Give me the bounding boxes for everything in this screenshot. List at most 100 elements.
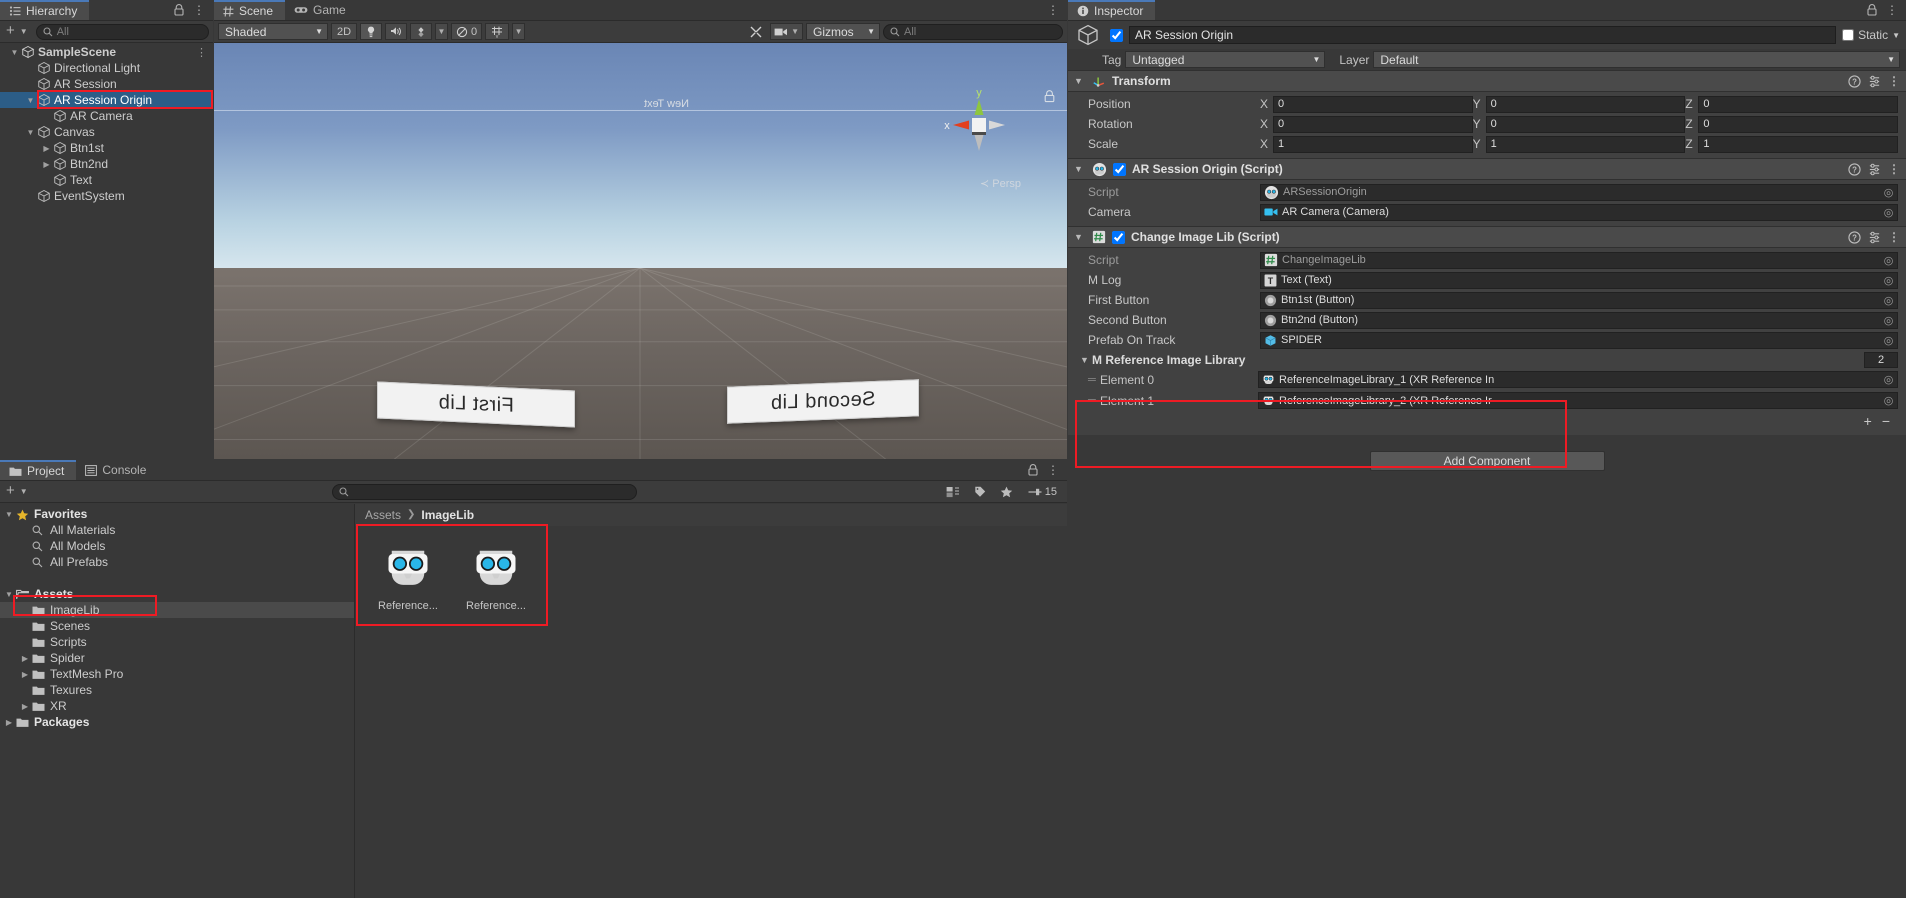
array-size-field[interactable]: 2: [1864, 351, 1898, 368]
project-create-dropdown-icon[interactable]: ▼: [20, 487, 28, 496]
object-picker-icon[interactable]: ◎: [1882, 186, 1895, 199]
x-field[interactable]: 1: [1273, 135, 1473, 153]
foldout-arrow-icon[interactable]: ▼: [8, 48, 21, 57]
lock-icon[interactable]: [1028, 464, 1038, 476]
component-header[interactable]: ▼ Change Image Lib (Script)? ⋮: [1068, 226, 1906, 248]
object-reference-field[interactable]: ReferenceImageLibrary_1 (XR Reference In…: [1258, 371, 1898, 388]
toggle-2d-button[interactable]: 2D: [331, 23, 357, 40]
y-field[interactable]: 0: [1485, 115, 1686, 133]
scene-projection-label[interactable]: ≺ Persp: [980, 177, 1021, 190]
favorite-star-icon[interactable]: [995, 486, 1018, 498]
foldout-arrow-icon[interactable]: ▶: [40, 144, 53, 153]
y-field[interactable]: 0: [1485, 95, 1686, 113]
project-tree-item-scripts[interactable]: Scripts: [0, 634, 354, 650]
help-icon[interactable]: ?: [1848, 74, 1861, 88]
project-tree-item-all-prefabs[interactable]: All Prefabs: [0, 554, 354, 570]
hierarchy-item-btn2nd[interactable]: ▶ Btn2nd: [0, 156, 213, 172]
component-enabled-checkbox[interactable]: [1113, 162, 1126, 176]
hierarchy-item-ar-session-origin[interactable]: ▼ AR Session Origin: [0, 92, 213, 108]
drag-handle-icon[interactable]: ═: [1088, 395, 1100, 407]
foldout-arrow-icon[interactable]: ▼: [1074, 164, 1086, 174]
object-picker-icon[interactable]: ◎: [1882, 394, 1895, 407]
vector3-input[interactable]: X0Y0Z0: [1260, 115, 1899, 133]
object-picker-icon[interactable]: ◎: [1882, 274, 1895, 287]
hierarchy-search-input[interactable]: All: [35, 23, 209, 40]
foldout-arrow-icon[interactable]: ▼: [2, 510, 16, 519]
z-field[interactable]: 0: [1698, 95, 1899, 113]
object-reference-field[interactable]: T Text (Text) ◎: [1260, 271, 1898, 289]
audio-count-button[interactable]: 0: [451, 23, 483, 40]
object-picker-icon[interactable]: ◎: [1882, 254, 1895, 267]
foldout-arrow-icon[interactable]: ▼: [24, 128, 37, 137]
object-reference-field[interactable]: ReferenceImageLibrary_2 (XR Reference Ir…: [1258, 392, 1898, 409]
foldout-arrow-icon[interactable]: ▼: [1080, 355, 1092, 365]
static-checkbox[interactable]: [1842, 29, 1855, 41]
gizmos-dropdown[interactable]: Gizmos ▼: [806, 23, 880, 40]
help-icon[interactable]: ?: [1848, 230, 1861, 244]
hierarchy-item-btn1st[interactable]: ▶ Btn1st: [0, 140, 213, 156]
static-toggle[interactable]: Static ▼: [1842, 28, 1900, 42]
tag-dropdown[interactable]: Untagged ▼: [1125, 51, 1326, 68]
object-reference-field[interactable]: Btn1st (Button) ◎: [1260, 291, 1898, 309]
object-picker-icon[interactable]: ◎: [1882, 373, 1895, 386]
object-reference-field[interactable]: ChangeImageLib ◎: [1260, 251, 1898, 269]
foldout-arrow-icon[interactable]: ▶: [2, 718, 16, 727]
foldout-arrow-icon[interactable]: ▼: [1074, 232, 1086, 242]
component-enabled-checkbox[interactable]: [1112, 230, 1125, 244]
object-enabled-checkbox[interactable]: [1110, 28, 1123, 42]
add-component-button[interactable]: Add Component: [1369, 451, 1605, 471]
tab-console[interactable]: Console: [76, 460, 159, 480]
fx-toggle-button[interactable]: [410, 23, 432, 40]
hierarchy-item-eventsystem[interactable]: EventSystem: [0, 188, 213, 204]
object-picker-icon[interactable]: ◎: [1882, 294, 1895, 307]
preset-icon[interactable]: [1868, 163, 1881, 176]
foldout-arrow-icon[interactable]: ▶: [40, 160, 53, 169]
project-tree-item-favorites[interactable]: ▼ Favorites: [0, 506, 354, 522]
preset-icon[interactable]: [1868, 231, 1881, 244]
hierarchy-item-directional-light[interactable]: Directional Light: [0, 60, 213, 76]
foldout-arrow-icon[interactable]: ▼: [1074, 76, 1086, 86]
grid-dropdown-icon[interactable]: ▼: [512, 23, 526, 40]
object-name-field[interactable]: AR Session Origin: [1129, 26, 1837, 44]
filter-by-label-icon[interactable]: [969, 486, 991, 498]
create-button[interactable]: +: [4, 22, 16, 41]
tab-inspector[interactable]: Inspector: [1068, 0, 1156, 20]
project-tree-item-spider[interactable]: ▶ Spider: [0, 650, 354, 666]
project-tree-item-assets[interactable]: ▼ Assets: [0, 586, 354, 602]
array-remove-button[interactable]: −: [1882, 413, 1890, 429]
object-picker-icon[interactable]: ◎: [1882, 206, 1895, 219]
camera-settings-button[interactable]: ▼: [770, 23, 803, 40]
scene-context-menu-icon[interactable]: ⋮: [196, 46, 213, 59]
tab-project[interactable]: Project: [0, 460, 77, 480]
shading-mode-dropdown[interactable]: Shaded ▼: [218, 23, 328, 40]
tab-game[interactable]: Game: [285, 0, 358, 20]
x-field[interactable]: 0: [1273, 115, 1473, 133]
preset-icon[interactable]: [1868, 75, 1881, 88]
scene-view-gizmo[interactable]: y x: [937, 83, 1021, 167]
component-menu-icon[interactable]: ⋮: [1888, 74, 1900, 88]
object-picker-icon[interactable]: ◎: [1882, 314, 1895, 327]
component-header[interactable]: ▼ Transform? ⋮: [1068, 70, 1906, 92]
project-tree-item-textmesh-pro[interactable]: ▶ TextMesh Pro: [0, 666, 354, 682]
breadcrumb-assets[interactable]: Assets: [365, 508, 401, 522]
lighting-toggle-button[interactable]: [360, 23, 382, 40]
help-icon[interactable]: ?: [1848, 162, 1861, 176]
array-add-button[interactable]: +: [1864, 413, 1872, 429]
asset-item[interactable]: Reference...: [371, 538, 445, 898]
vector3-input[interactable]: X1Y1Z1: [1260, 135, 1899, 153]
create-dropdown-icon[interactable]: ▼: [20, 27, 28, 36]
hierarchy-item-ar-session[interactable]: AR Session: [0, 76, 213, 92]
hierarchy-item-text[interactable]: Text: [0, 172, 213, 188]
breadcrumb-imagelib[interactable]: ImageLib: [421, 508, 474, 522]
scene-viewport[interactable]: New Text First Lib Second Lib y x ≺ Pers…: [214, 43, 1067, 459]
z-field[interactable]: 1: [1698, 135, 1899, 153]
foldout-arrow-icon[interactable]: ▶: [18, 702, 32, 711]
scene-search-input[interactable]: All: [883, 23, 1063, 40]
project-tree-item-imagelib[interactable]: ImageLib: [0, 602, 354, 618]
vector3-input[interactable]: X0Y0Z0: [1260, 95, 1899, 113]
project-tree-item-texures[interactable]: Texures: [0, 682, 354, 698]
x-field[interactable]: 0: [1273, 95, 1473, 113]
object-reference-field[interactable]: ARSessionOrigin ◎: [1260, 183, 1898, 201]
z-field[interactable]: 0: [1698, 115, 1899, 133]
tab-scene[interactable]: Scene: [214, 0, 286, 20]
